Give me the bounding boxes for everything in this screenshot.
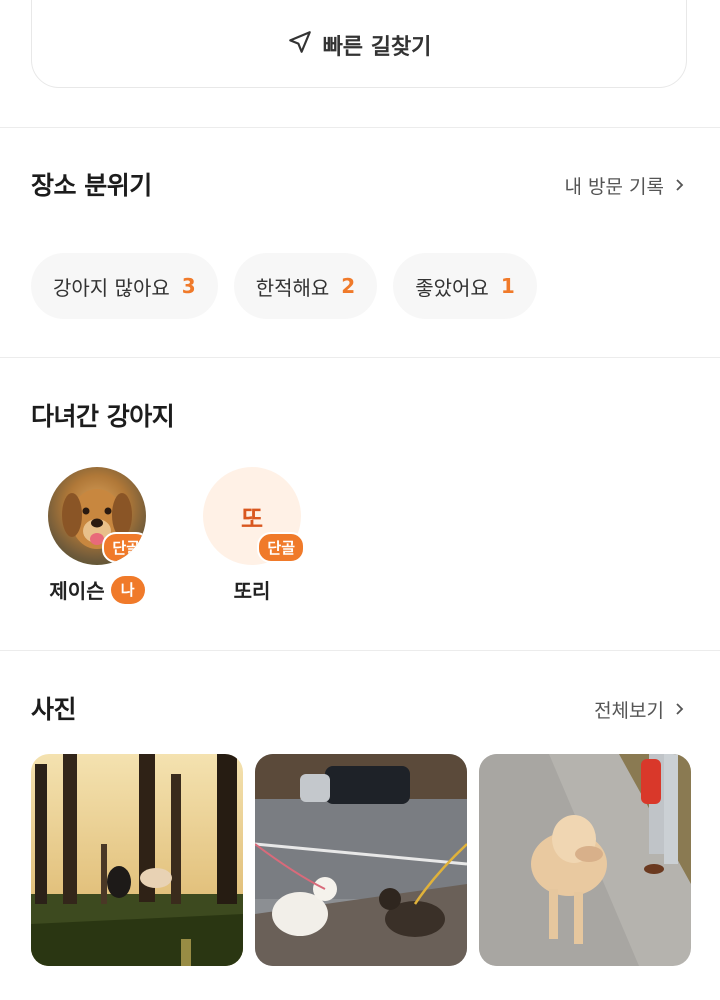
golden-retriever-walk-photo-icon [479, 754, 691, 966]
atmosphere-chip[interactable]: 한적해요 2 [233, 253, 378, 319]
me-badge: 나 [110, 575, 145, 604]
section-divider [0, 357, 720, 358]
dog-avatar: 또 단골 [203, 467, 305, 565]
regular-badge: 단골 [257, 532, 305, 563]
view-all-link[interactable]: 전체보기 [594, 696, 686, 723]
photo-thumbnail[interactable] [31, 754, 243, 966]
navigation-arrow-icon [287, 29, 313, 61]
chip-count: 2 [341, 274, 356, 298]
atmosphere-chip[interactable]: 좋았어요 1 [393, 253, 537, 319]
park-dog-photo-icon [31, 754, 243, 966]
chip-count: 3 [181, 274, 196, 298]
dog-name-row: 제이슨 나 [47, 575, 147, 604]
location-card: 빠른 길찾기 [31, 0, 687, 88]
chip-label: 강아지 많아요 [53, 275, 170, 300]
photo-grid [31, 754, 691, 966]
dog-avatar: 단골 [48, 467, 146, 565]
quick-directions-label: 빠른 길찾기 [322, 35, 432, 60]
chevron-right-icon [672, 699, 686, 721]
visit-history-label: 내 방문 기록 [564, 176, 664, 198]
section-divider [0, 650, 720, 651]
chip-label: 좋았어요 [415, 275, 489, 300]
dog-name-row: 또리 [202, 575, 302, 604]
quick-directions-button[interactable]: 빠른 길찾기 [32, 29, 686, 61]
dog-name: 또리 [233, 579, 271, 603]
dog-name: 제이슨 [49, 579, 105, 603]
atmosphere-chips: 강아지 많아요 3 한적해요 2 좋았어요 1 [31, 253, 537, 319]
visited-dogs-title: 다녀간 강아지 [31, 402, 175, 431]
visit-history-link[interactable]: 내 방문 기록 [565, 172, 686, 199]
dog-profile[interactable]: 또 단골 또리 [202, 467, 305, 604]
view-all-label: 전체보기 [594, 700, 664, 722]
atmosphere-title: 장소 분위기 [31, 171, 152, 200]
dog-initial: 또 [240, 504, 264, 533]
regular-badge: 단골 [102, 532, 146, 563]
section-divider [0, 127, 720, 128]
photo-thumbnail[interactable] [255, 754, 467, 966]
photo-thumbnail[interactable] [479, 754, 691, 966]
chip-label: 한적해요 [255, 275, 330, 300]
photos-title: 사진 [31, 695, 77, 724]
chip-count: 1 [500, 274, 515, 298]
atmosphere-chip[interactable]: 강아지 많아요 3 [31, 253, 218, 319]
street-dogs-photo-icon [255, 754, 467, 966]
chevron-right-icon [672, 175, 686, 197]
dog-profile[interactable]: 단골 제이슨 나 [47, 467, 147, 604]
